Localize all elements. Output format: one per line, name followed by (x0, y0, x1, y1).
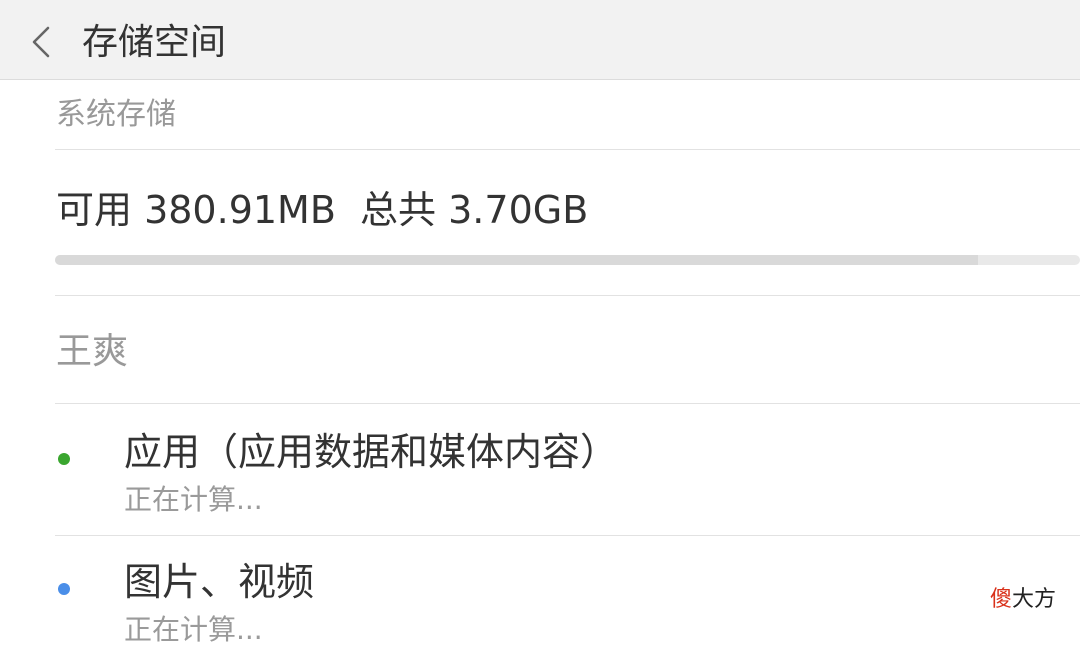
category-row-media[interactable]: 图片、视频 正在计算... (0, 536, 1080, 646)
storage-usage-fill (55, 255, 978, 265)
category-status: 正在计算... (124, 613, 263, 646)
watermark-text: 大方 (1012, 587, 1057, 612)
watermark-char: 傻 (990, 587, 1013, 612)
top-bar: 存储空间 (0, 0, 1080, 80)
blue-dot-icon (58, 583, 70, 595)
divider (55, 295, 1080, 296)
category-title: 应用（应用数据和媒体内容） (124, 430, 619, 474)
back-button[interactable] (18, 12, 64, 72)
category-title: 图片、视频 (124, 560, 315, 604)
green-dot-icon (58, 453, 70, 465)
category-status: 正在计算... (124, 483, 263, 516)
watermark-logo: 傻大方 (990, 585, 1056, 615)
storage-usage-bar (55, 255, 1080, 265)
category-row-apps[interactable]: 应用（应用数据和媒体内容） 正在计算... (0, 404, 1080, 535)
section-header-user: 王爽 (56, 331, 129, 372)
chevron-left-icon (32, 26, 50, 58)
page-title: 存储空间 (82, 22, 227, 63)
divider (55, 149, 1080, 150)
section-header-system-storage: 系统存储 (56, 97, 176, 132)
storage-summary: 可用 380.91MB 总共 3.70GB (56, 188, 589, 232)
